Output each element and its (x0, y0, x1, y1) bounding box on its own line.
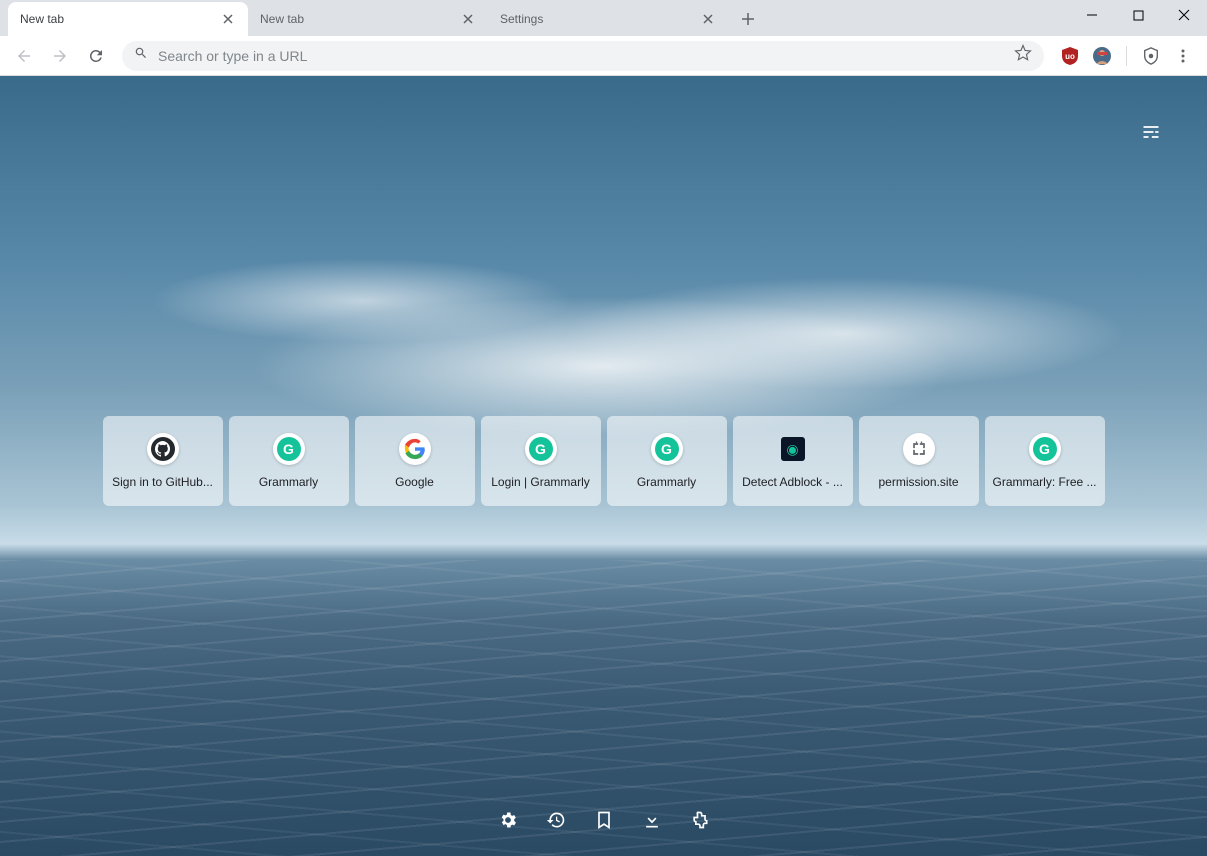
maximize-button[interactable] (1115, 0, 1161, 30)
shortcut-label: permission.site (878, 475, 958, 489)
grammarly-icon: G (273, 433, 305, 465)
shortcut-tile-github[interactable]: Sign in to GitHub... (103, 416, 223, 506)
extensions-icon[interactable] (688, 808, 712, 832)
omnibox-placeholder: Search or type in a URL (158, 48, 1014, 64)
shortcut-label: Login | Grammarly (491, 475, 589, 489)
forward-button[interactable] (44, 40, 76, 72)
bookmarks-icon[interactable] (592, 808, 616, 832)
history-icon[interactable] (544, 808, 568, 832)
bottom-toolbar (496, 808, 712, 832)
toolbar: Search or type in a URL uo (0, 36, 1207, 76)
tab-2[interactable]: Settings (488, 2, 728, 36)
tab-title: New tab (260, 12, 460, 26)
address-bar[interactable]: Search or type in a URL (122, 41, 1044, 71)
shortcut-tile-grammarly-login[interactable]: G Login | Grammarly (481, 416, 601, 506)
ublock-extension-icon[interactable]: uo (1058, 44, 1082, 68)
tab-strip: New tab New tab Settings (0, 0, 1207, 36)
downloads-icon[interactable] (640, 808, 664, 832)
shortcut-label: Grammarly (259, 475, 318, 489)
shortcut-label: Sign in to GitHub... (112, 475, 213, 489)
grammarly-icon: G (651, 433, 683, 465)
shortcut-label: Google (395, 475, 434, 489)
google-icon (399, 433, 431, 465)
grammarly-icon: G (1029, 433, 1061, 465)
minimize-button[interactable] (1069, 0, 1115, 30)
bookmark-star-icon[interactable] (1014, 44, 1032, 67)
customize-button[interactable] (1135, 116, 1167, 148)
search-icon (134, 46, 148, 65)
shortcut-label: Grammarly (637, 475, 696, 489)
shield-icon[interactable] (1139, 44, 1163, 68)
shortcut-tile-grammarly[interactable]: G Grammarly (229, 416, 349, 506)
window-controls (1069, 0, 1207, 36)
close-icon[interactable] (460, 11, 476, 27)
grammarly-icon: G (525, 433, 557, 465)
shortcut-tile-grammarly-free[interactable]: G Grammarly: Free ... (985, 416, 1105, 506)
shortcut-label: Grammarly: Free ... (993, 475, 1097, 489)
close-icon[interactable] (700, 11, 716, 27)
shortcut-tile-permission[interactable]: permission.site (859, 416, 979, 506)
back-button[interactable] (8, 40, 40, 72)
permission-icon (903, 433, 935, 465)
new-tab-page: Sign in to GitHub... G Grammarly Google … (0, 76, 1207, 856)
adblock-icon: ◉ (777, 433, 809, 465)
avatar-extension-icon[interactable] (1090, 44, 1114, 68)
divider (1126, 46, 1127, 66)
shortcut-tile-adblock[interactable]: ◉ Detect Adblock - ... (733, 416, 853, 506)
reload-button[interactable] (80, 40, 112, 72)
svg-text:uo: uo (1065, 52, 1075, 61)
close-window-button[interactable] (1161, 0, 1207, 30)
tab-title: New tab (20, 12, 220, 26)
shortcut-tile-grammarly-2[interactable]: G Grammarly (607, 416, 727, 506)
shortcut-tile-google[interactable]: Google (355, 416, 475, 506)
github-icon (147, 433, 179, 465)
close-icon[interactable] (220, 11, 236, 27)
shortcut-label: Detect Adblock - ... (742, 475, 843, 489)
extensions-area: uo (1054, 44, 1199, 68)
tab-1[interactable]: New tab (248, 2, 488, 36)
tab-0[interactable]: New tab (8, 2, 248, 36)
settings-icon[interactable] (496, 808, 520, 832)
shortcuts-grid: Sign in to GitHub... G Grammarly Google … (103, 416, 1105, 506)
new-tab-button[interactable] (734, 5, 762, 33)
tab-title: Settings (500, 12, 700, 26)
menu-button[interactable] (1171, 44, 1195, 68)
